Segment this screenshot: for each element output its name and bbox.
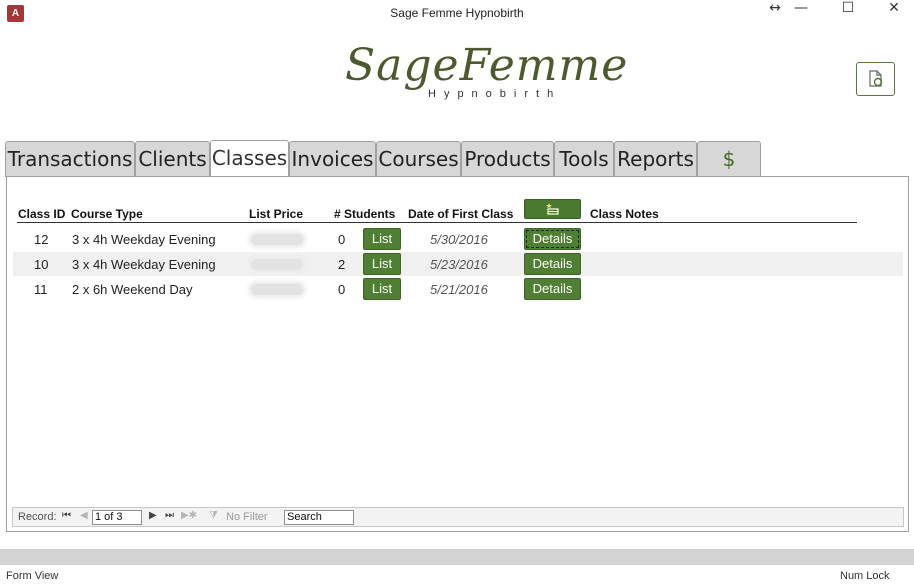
list-price-redacted: [251, 259, 303, 270]
students-cell: 2: [338, 257, 346, 272]
class-id-cell: 12: [34, 232, 49, 247]
class-details-button[interactable]: Details: [524, 278, 581, 300]
class-id-cell: 10: [34, 257, 49, 272]
tab-courses[interactable]: Courses: [376, 141, 461, 177]
maximize-button[interactable]: ☐: [828, 0, 868, 28]
tab-invoices[interactable]: Invoices: [289, 141, 376, 177]
class-details-button[interactable]: Details: [524, 253, 581, 275]
new-record-icon: [546, 203, 559, 215]
tab-payments[interactable]: $: [697, 141, 761, 177]
refresh-icon: [869, 70, 883, 87]
course-type-cell: 3 x 4h Weekday Evening: [72, 232, 216, 247]
list-price-redacted: [251, 234, 303, 245]
class-id-cell: 11: [34, 282, 48, 297]
next-record-icon[interactable]: ▶: [149, 510, 157, 521]
list-students-button[interactable]: List: [363, 228, 401, 250]
status-bar: Form View Num Lock: [0, 565, 914, 586]
col-header-list-price: List Price: [249, 207, 304, 221]
classes-panel: Class ID Course Type List Price # Studen…: [6, 176, 909, 532]
first-class-date-cell: 5/23/2016: [430, 257, 488, 272]
brand-logo: SageFemme Hypnobirth: [345, 40, 627, 110]
record-position-input[interactable]: 1 of 3: [92, 510, 142, 525]
search-input[interactable]: Search: [284, 510, 354, 525]
col-header-class-id: Class ID: [18, 207, 66, 221]
last-record-icon[interactable]: ⏭: [165, 510, 174, 521]
list-price-redacted: [251, 284, 303, 295]
class-details-button[interactable]: Details: [524, 228, 581, 250]
course-type-cell: 2 x 6h Weekend Day: [72, 282, 193, 297]
col-header-class-notes: Class Notes: [590, 207, 659, 221]
app-window: A Sage Femme Hypnobirth ↔ — ☐ ✕ SageFemm…: [0, 0, 914, 586]
tab-clients[interactable]: Clients: [135, 141, 210, 177]
previous-record-icon[interactable]: ◀: [80, 510, 88, 521]
students-cell: 0: [338, 282, 346, 297]
tab-reports[interactable]: Reports: [614, 141, 697, 177]
new-blank-record-icon[interactable]: ▶✱: [181, 510, 197, 521]
tab-products[interactable]: Products: [461, 141, 554, 177]
first-class-date-cell: 5/21/2016: [430, 282, 488, 297]
filter-icon[interactable]: ⧩: [209, 510, 218, 521]
new-class-button[interactable]: [524, 199, 581, 219]
title-bar: A Sage Femme Hypnobirth ↔ — ☐ ✕: [0, 0, 914, 28]
tab-tools[interactable]: Tools: [554, 141, 614, 177]
tab-transactions[interactable]: Transactions: [5, 141, 135, 177]
view-mode-label: Form View: [6, 570, 59, 582]
class-row: 12 3 x 4h Weekday Evening 0 List 5/30/20…: [13, 227, 903, 251]
num-lock-indicator: Num Lock: [840, 570, 890, 582]
first-record-icon[interactable]: ⏮: [62, 510, 71, 521]
list-students-button[interactable]: List: [363, 278, 401, 300]
status-separator: [0, 549, 914, 565]
logo-wordmark: SageFemme: [345, 40, 629, 91]
minimize-button[interactable]: —: [781, 0, 821, 28]
col-header-students: # Students: [334, 207, 396, 221]
filter-status-button[interactable]: No Filter: [226, 511, 268, 523]
first-class-date-cell: 5/30/2016: [430, 232, 488, 247]
header-divider: [17, 222, 857, 223]
list-students-button[interactable]: List: [363, 253, 401, 275]
close-button[interactable]: ✕: [874, 0, 914, 28]
record-label: Record:: [18, 511, 57, 523]
logo-tagline: Hypnobirth: [428, 88, 562, 100]
col-header-first-class-date: Date of First Class: [408, 207, 514, 221]
col-header-course-type: Course Type: [71, 207, 143, 221]
refresh-button[interactable]: [856, 62, 895, 96]
class-row: 10 3 x 4h Weekday Evening 2 List 5/23/20…: [13, 252, 903, 276]
tab-classes[interactable]: Classes: [210, 140, 289, 178]
course-type-cell: 3 x 4h Weekday Evening: [72, 257, 216, 272]
students-cell: 0: [338, 232, 346, 247]
class-row: 11 2 x 6h Weekend Day 0 List 5/21/2016 D…: [13, 277, 903, 301]
record-navigation-bar: Record: ⏮ ◀ 1 of 3 ▶ ⏭ ▶✱ ⧩ No Filter Se…: [12, 507, 904, 527]
